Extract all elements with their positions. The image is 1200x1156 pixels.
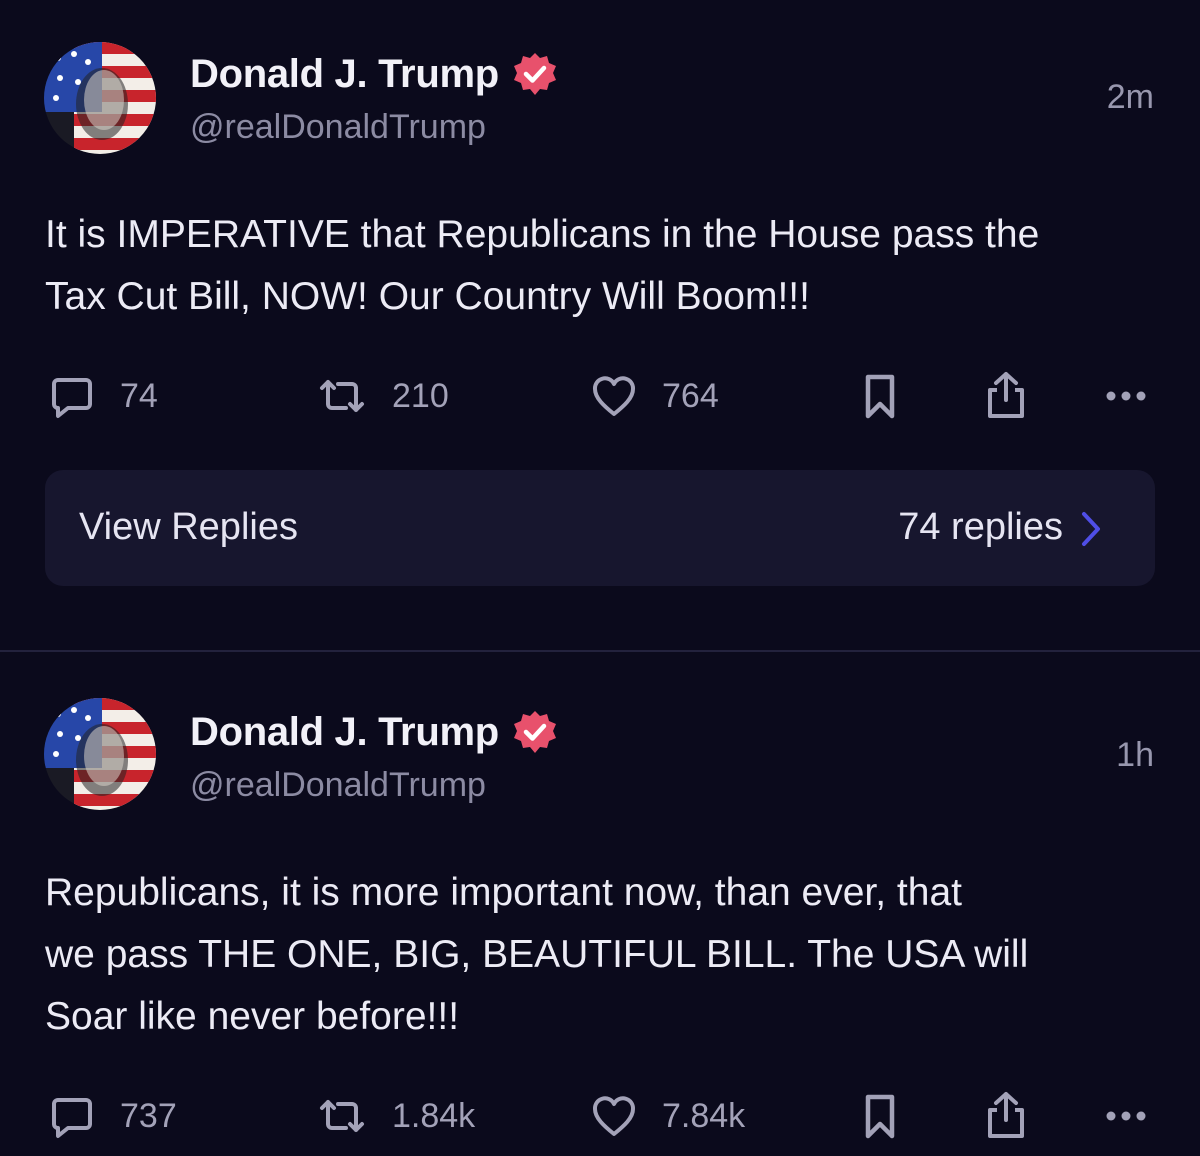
post-actions: 74 210 764 (0, 368, 1200, 424)
repost-icon (320, 1100, 364, 1132)
post[interactable]: Donald J. Trump @realDonaldTrump 2m It i… (0, 0, 1200, 650)
repost-icon (320, 380, 364, 412)
reply-count: 74 (120, 376, 158, 415)
post-text-line: Tax Cut Bill, NOW! Our Country Will Boom… (45, 275, 810, 318)
chevron-right-icon (1082, 512, 1100, 546)
repost-count: 210 (392, 376, 449, 415)
like-button[interactable]: 7.84k (590, 1088, 745, 1144)
avatar[interactable] (44, 698, 156, 810)
bookmark-icon (865, 1094, 895, 1139)
post-actions: 737 1.84k 7.84k (0, 1088, 1200, 1144)
reply-count: 737 (120, 1096, 177, 1135)
view-replies-label: View Replies (79, 506, 298, 548)
reply-icon (52, 1098, 92, 1138)
post-divider (0, 650, 1200, 652)
post-timestamp: 2m (1106, 78, 1154, 116)
reply-icon (52, 378, 92, 418)
more-icon (1106, 391, 1146, 401)
post-feed: Donald J. Trump @realDonaldTrump 2m It i… (0, 0, 1200, 1156)
share-icon (988, 372, 1024, 418)
post-timestamp: 1h (1116, 736, 1154, 774)
share-button[interactable] (984, 1088, 1028, 1144)
verified-badge-icon (511, 708, 559, 756)
like-icon (593, 376, 635, 416)
bookmark-button[interactable] (862, 368, 898, 424)
reply-button[interactable]: 737 (48, 1088, 177, 1144)
post-text-line: Soar like never before!!! (45, 995, 460, 1038)
more-icon (1106, 1111, 1146, 1121)
author-handle[interactable]: @realDonaldTrump (190, 766, 486, 805)
verified-badge-icon (511, 50, 559, 98)
post[interactable]: Donald J. Trump @realDonaldTrump 1h Repu… (0, 654, 1200, 1156)
like-button[interactable]: 764 (590, 368, 719, 424)
author-handle[interactable]: @realDonaldTrump (190, 108, 486, 147)
post-text-line: It is IMPERATIVE that Republicans in the… (45, 213, 1040, 256)
repost-count: 1.84k (392, 1096, 476, 1135)
bookmark-button[interactable] (862, 1088, 898, 1144)
repost-button[interactable]: 1.84k (316, 1088, 475, 1144)
like-count: 764 (662, 376, 719, 415)
avatar[interactable] (44, 42, 156, 154)
bookmark-icon (865, 374, 895, 419)
author-name[interactable]: Donald J. Trump (190, 710, 499, 755)
like-icon (593, 1096, 635, 1136)
view-replies-button[interactable]: View Replies 74 replies (45, 470, 1155, 586)
more-options-button[interactable] (1104, 368, 1148, 424)
post-body: Republicans, it is more important now, t… (45, 862, 1165, 1048)
replies-count-label: 74 replies (898, 506, 1063, 548)
repost-button[interactable]: 210 (316, 368, 449, 424)
author-name[interactable]: Donald J. Trump (190, 52, 499, 97)
reply-button[interactable]: 74 (48, 368, 158, 424)
more-options-button[interactable] (1104, 1088, 1148, 1144)
share-icon (988, 1092, 1024, 1138)
post-text-line: we pass THE ONE, BIG, BEAUTIFUL BILL. Th… (45, 933, 1029, 976)
share-button[interactable] (984, 368, 1028, 424)
like-count: 7.84k (662, 1096, 746, 1135)
post-text-line: Republicans, it is more important now, t… (45, 871, 962, 914)
post-body: It is IMPERATIVE that Republicans in the… (45, 204, 1165, 328)
